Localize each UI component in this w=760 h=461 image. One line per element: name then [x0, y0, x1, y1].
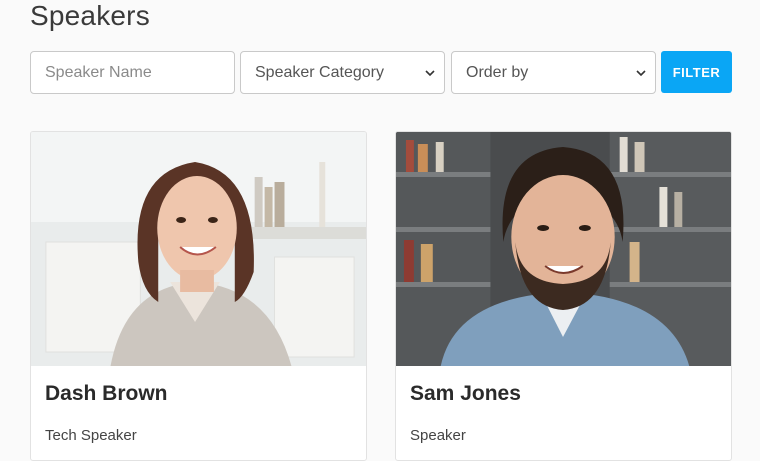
order-by-select[interactable]: Order by	[451, 51, 656, 94]
speaker-card[interactable]: Dash Brown Tech Speaker	[30, 131, 367, 461]
speaker-category-selected: Speaker Category	[255, 63, 384, 81]
chevron-down-icon	[425, 70, 435, 77]
chevron-down-icon	[636, 70, 646, 77]
speaker-card[interactable]: Sam Jones Speaker	[395, 131, 732, 461]
order-by-selected: Order by	[466, 63, 529, 81]
man-portrait-photo-icon	[396, 132, 731, 366]
speaker-photo[interactable]	[396, 132, 731, 366]
page-title: Speakers	[30, 0, 150, 31]
woman-portrait-photo-icon	[31, 132, 366, 366]
speaker-name-field[interactable]	[30, 51, 235, 94]
speaker-name[interactable]: Sam Jones	[410, 382, 521, 406]
speaker-name[interactable]: Dash Brown	[45, 382, 168, 406]
speaker-category-select[interactable]: Speaker Category	[240, 51, 445, 94]
filter-button[interactable]: FILTER	[661, 51, 732, 93]
speaker-category: Tech Speaker	[45, 427, 137, 444]
speaker-photo[interactable]	[31, 132, 366, 366]
speaker-name-input[interactable]	[45, 63, 234, 82]
speaker-category: Speaker	[410, 427, 466, 444]
